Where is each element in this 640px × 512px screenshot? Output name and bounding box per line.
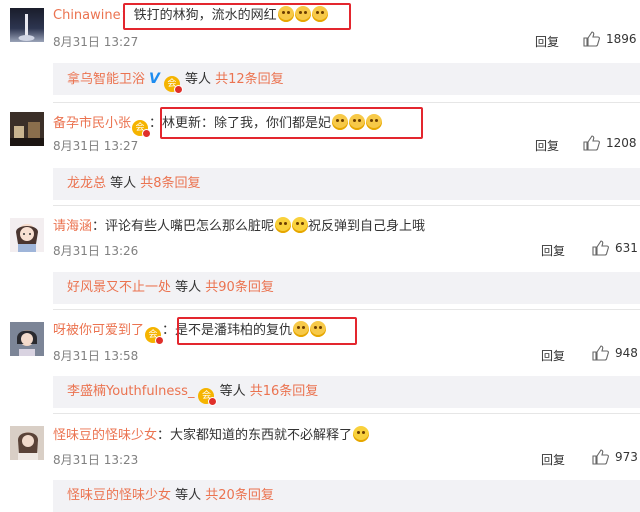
thumbs-up-icon bbox=[592, 345, 609, 361]
comment-time: 8月31日 13:27 bbox=[53, 35, 139, 49]
reply-count-link[interactable]: 共8条回复 bbox=[140, 176, 200, 191]
like-count: 948 bbox=[615, 346, 638, 360]
thumbs-up-icon bbox=[592, 449, 609, 465]
sub-reply-user[interactable]: 拿乌智能卫浴 bbox=[67, 72, 145, 87]
comment-time: 8月31日 13:58 bbox=[53, 349, 139, 363]
sub-replies[interactable]: 李盛楠Youthfulness_ 会 等人 共16条回复 bbox=[53, 376, 640, 408]
comment-body: 怪味豆的怪味少女：大家都知道的东西就不必解释了 bbox=[53, 426, 370, 445]
reply-button[interactable]: 回复 bbox=[541, 451, 565, 468]
highlight-box bbox=[123, 3, 351, 30]
like-button[interactable]: 973 bbox=[592, 449, 638, 465]
sub-replies[interactable]: 怪味豆的怪味少女 等人 共20条回复 bbox=[53, 480, 640, 512]
avatar[interactable] bbox=[10, 426, 44, 460]
comment-username[interactable]: 怪味豆的怪味少女 bbox=[53, 428, 157, 443]
comment-text: 大家都知道的东西就不必解释了 bbox=[170, 428, 353, 443]
divider bbox=[53, 413, 640, 414]
verified-v-icon: V bbox=[149, 71, 160, 87]
reply-button[interactable]: 回复 bbox=[541, 347, 565, 364]
avatar[interactable] bbox=[10, 218, 44, 252]
vip-badge-icon: 会 bbox=[163, 76, 183, 94]
like-button[interactable]: 1208 bbox=[583, 135, 637, 151]
sub-replies[interactable]: 拿乌智能卫浴 V 会 等人 共12条回复 bbox=[53, 63, 640, 95]
comment-username[interactable]: 备孕市民小张 bbox=[53, 116, 131, 131]
avatar[interactable] bbox=[10, 112, 44, 146]
highlight-box bbox=[177, 317, 357, 345]
like-count: 1896 bbox=[606, 32, 637, 46]
like-button[interactable]: 1896 bbox=[583, 31, 637, 47]
sub-reply-user[interactable]: 好风景又不止一处 bbox=[67, 280, 171, 295]
comment-time: 8月31日 13:23 bbox=[53, 453, 139, 467]
avatar[interactable] bbox=[10, 8, 44, 42]
sub-reply-user[interactable]: 李盛楠Youthfulness_ bbox=[67, 384, 194, 399]
reply-button[interactable]: 回复 bbox=[535, 137, 559, 154]
thumbs-up-icon bbox=[583, 135, 600, 151]
comment-username[interactable]: 请海涵 bbox=[53, 219, 92, 234]
sub-reply-user[interactable]: 怪味豆的怪味少女 bbox=[67, 488, 171, 503]
like-count: 1208 bbox=[606, 136, 637, 150]
laugh-cry-emoji-icon bbox=[353, 426, 370, 442]
divider bbox=[53, 102, 640, 103]
vip-badge-icon: 会 bbox=[132, 120, 152, 138]
comment-text-continued: 祝反弹到自己身上哦 bbox=[308, 219, 426, 234]
reply-count-link[interactable]: 共12条回复 bbox=[215, 72, 284, 87]
highlight-box bbox=[160, 107, 423, 139]
sub-reply-user[interactable]: 龙龙总 bbox=[67, 176, 106, 191]
comment-time: 8月31日 13:27 bbox=[53, 139, 139, 153]
thumbs-up-icon bbox=[583, 31, 600, 47]
comment-username[interactable]: Chinawine bbox=[53, 8, 121, 23]
like-count: 631 bbox=[615, 241, 638, 255]
sub-replies[interactable]: 好风景又不止一处 等人 共90条回复 bbox=[53, 272, 640, 304]
laugh-emoji-icon bbox=[292, 217, 309, 233]
like-count: 973 bbox=[615, 450, 638, 464]
divider bbox=[53, 205, 640, 206]
reply-count-link[interactable]: 共16条回复 bbox=[250, 384, 319, 399]
vip-badge-icon: 会 bbox=[198, 388, 218, 406]
thumbs-up-icon bbox=[592, 240, 609, 256]
reply-count-link[interactable]: 共20条回复 bbox=[205, 488, 274, 503]
divider bbox=[53, 309, 640, 310]
avatar[interactable] bbox=[10, 322, 44, 356]
like-button[interactable]: 631 bbox=[592, 240, 638, 256]
comment-time: 8月31日 13:26 bbox=[53, 244, 139, 258]
reply-count-link[interactable]: 共90条回复 bbox=[205, 280, 274, 295]
laugh-emoji-icon bbox=[275, 217, 292, 233]
reply-button[interactable]: 回复 bbox=[541, 242, 565, 259]
vip-badge-icon: 会 bbox=[145, 327, 165, 345]
comment-text: 评论有些人嘴巴怎么那么脏呢 bbox=[105, 219, 275, 234]
like-button[interactable]: 948 bbox=[592, 345, 638, 361]
comment-username[interactable]: 呀被你可爱到了 bbox=[53, 323, 144, 338]
sub-replies[interactable]: 龙龙总 等人 共8条回复 bbox=[53, 168, 640, 200]
reply-button[interactable]: 回复 bbox=[535, 33, 559, 50]
comment-body: 请海涵：评论有些人嘴巴怎么那么脏呢 祝反弹到自己身上哦 bbox=[53, 217, 426, 234]
